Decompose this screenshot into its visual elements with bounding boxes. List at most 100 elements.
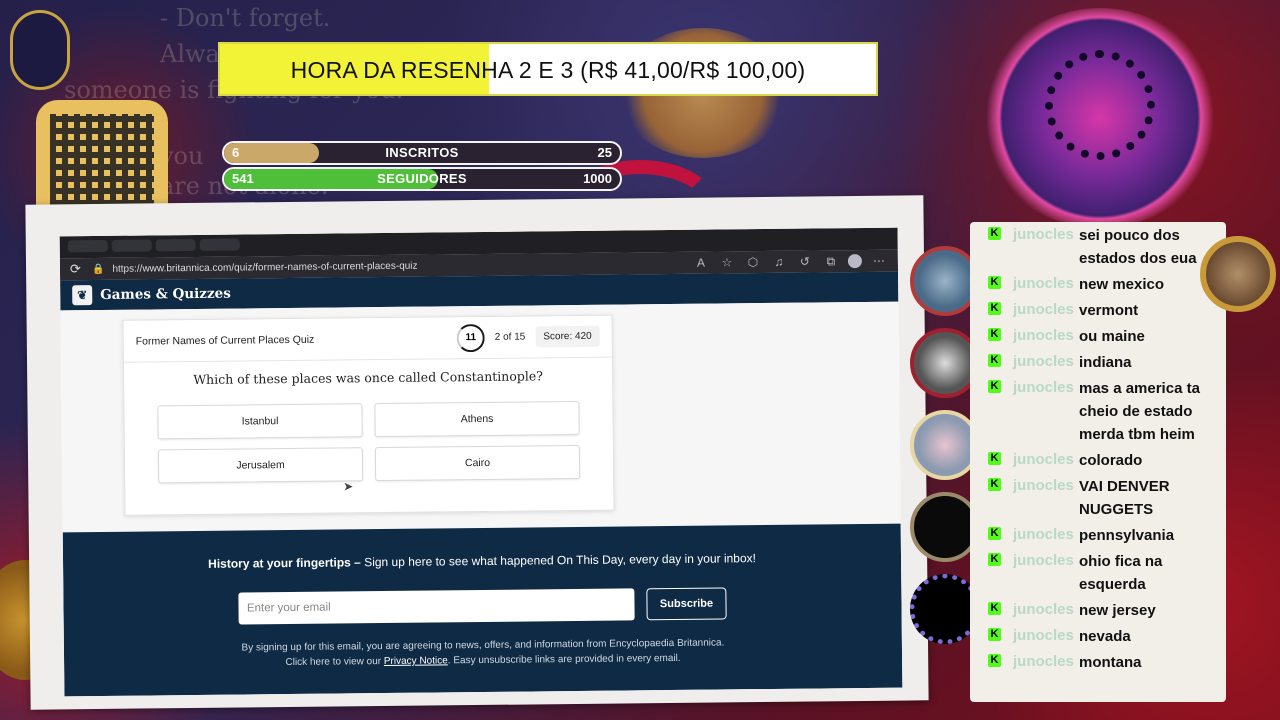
chat-username[interactable]: junocles [1013,325,1079,346]
kick-badge-icon: K [988,302,1001,315]
email-field[interactable] [238,588,636,625]
browser-tab[interactable] [199,238,240,251]
mandala-pattern [1045,50,1155,160]
chat-text: new jersey [1079,602,1156,619]
chat-username[interactable]: junocles [1013,224,1079,245]
newsletter-legal: By signing up for this email, you are ag… [64,634,902,673]
browser-window: ⟳ 🔒 https://www.britannica.com/quiz/form… [59,227,903,697]
kick-badge-icon: K [988,602,1001,615]
chat-username[interactable]: junocles [1013,351,1079,372]
quiz-title: Former Names of Current Places Quiz [135,333,315,348]
chat-message: Kjunocles pennsylvania [970,524,1226,547]
quiz-score: Score: 420 [535,325,600,348]
chat-message: Kjunocles nevada [970,625,1226,648]
quiz-timer: 11 [456,323,485,352]
more-menu-icon[interactable]: ⋯ [870,254,888,268]
read-aloud-icon[interactable]: A [692,256,710,270]
kick-badge-icon: K [988,478,1001,491]
newsletter-section: History at your fingertips – Sign up her… [62,523,903,697]
britannica-logo-icon[interactable]: ❦ [72,285,93,306]
chat-text: VAI DENVER NUGGETS [1079,478,1170,518]
chat-text: montana [1079,654,1142,671]
privacy-notice-link[interactable]: Privacy Notice [384,655,448,667]
answer-option[interactable]: Cairo [374,444,581,482]
chat-text: vermont [1079,302,1139,319]
chat-message: Kjunocles VAI DENVER NUGGETS [970,475,1226,521]
answer-option[interactable]: Jerusalem [157,447,364,484]
chat-message: Kjunocles new jersey [970,599,1226,622]
chat-message: Kjunocles ohio fica na esquerda [970,550,1226,596]
chat-text: ou maine [1079,328,1145,345]
followers-counter: 541 SEGUIDORES 1000 [222,167,622,191]
chat-text: indiana [1079,354,1132,371]
chat-username[interactable]: junocles [1013,524,1079,545]
counter-max: 25 [597,145,612,160]
counter-max: 1000 [583,171,612,186]
url-field[interactable]: https://www.britannica.com/quiz/former-n… [112,257,684,274]
subscribe-button[interactable]: Subscribe [646,587,727,621]
browser-tab[interactable] [111,239,152,252]
quiz-area: Former Names of Current Places Quiz 11 2… [60,301,901,533]
newsletter-heading: History at your fingertips – Sign up her… [63,550,901,573]
chat-username[interactable]: junocles [1013,377,1079,398]
answer-grid: Istanbul Athens Jerusalem Cairo [124,400,613,484]
chat-message: Kjunocles mas a america ta cheio de estad… [970,377,1226,446]
answer-option[interactable]: Istanbul [157,403,363,440]
chat-text: sei pouco dos estados dos eua [1079,227,1197,267]
kick-badge-icon: K [988,654,1001,667]
chat-text: mas a america ta cheio de estado merda t… [1079,380,1200,443]
newsletter-heading-text: Sign up here to see what happened On Thi… [360,551,757,570]
quiz-header: Former Names of Current Places Quiz 11 2… [123,315,612,363]
kick-badge-icon: K [988,628,1001,641]
media-icon[interactable]: ♫ [770,255,788,269]
chat-message: Kjunocles sei pouco dos estados dos eua [970,224,1226,270]
newsletter-form: Subscribe [63,586,901,627]
browser-tab[interactable] [155,238,196,252]
chat-username[interactable]: junocles [1013,599,1079,620]
gold-frame-decor [1200,236,1276,312]
kick-badge-icon: K [988,553,1001,566]
counter-label: INSCRITOS [385,145,459,160]
chat-text: new mexico [1079,276,1165,293]
chat-username[interactable]: junocles [1013,475,1079,496]
chat-panel: Kjunocles sei pouco dos estados dos eua Kj… [970,222,1226,702]
chat-username[interactable]: junocles [1013,273,1079,294]
goal-text: HORA DA RESENHA 2 E 3 (R$ 41,00/R$ 100,0… [290,57,806,83]
chat-text: colorado [1079,452,1143,469]
extensions-icon[interactable]: ⬡ [744,255,762,269]
moon-badge-decor [10,10,70,90]
lock-icon[interactable]: 🔒 [92,263,105,274]
kick-badge-icon: K [988,527,1001,540]
counter-label: SEGUIDORES [377,171,467,186]
chat-username[interactable]: junocles [1013,651,1079,672]
subscribers-counter: 6 INSCRITOS 25 [222,141,622,165]
site-title[interactable]: Games & Quizzes [100,286,231,303]
chat-username[interactable]: junocles [1013,299,1079,320]
quiz-card: Former Names of Current Places Quiz 11 2… [122,314,615,516]
kick-badge-icon: K [988,354,1001,367]
history-icon[interactable]: ↺ [796,255,814,269]
browser-tab[interactable] [67,239,108,253]
legal-text: . Easy unsubscribe links are provided in… [447,652,681,667]
chat-text: ohio fica na esquerda [1079,553,1163,593]
kick-badge-icon: K [988,227,1001,240]
chat-message: Kjunocles indiana [970,351,1226,374]
chat-message: Kjunocles new mexico [970,273,1226,296]
chat-username[interactable]: junocles [1013,449,1079,470]
chat-text: pennsylvania [1079,527,1175,544]
favorite-star-icon[interactable]: ☆ [718,255,736,269]
chat-message: Kjunocles vermont [970,299,1226,322]
collections-icon[interactable]: ⧉ [822,254,840,269]
quiz-progress: 2 of 15 [494,331,526,343]
legal-text: Click here to view our [285,656,384,669]
answer-option[interactable]: Athens [374,400,580,438]
chat-username[interactable]: junocles [1013,550,1079,571]
profile-avatar[interactable] [847,254,862,269]
kick-badge-icon: K [988,380,1001,393]
mouse-cursor-icon: ➤ [343,479,354,494]
chat-message: Kjunocles ou maine [970,325,1226,348]
bg-quote: - Don't forget. [160,4,331,32]
reload-icon[interactable]: ⟳ [70,261,84,277]
chat-message: Kjunocles colorado [970,449,1226,472]
chat-username[interactable]: junocles [1013,625,1079,646]
